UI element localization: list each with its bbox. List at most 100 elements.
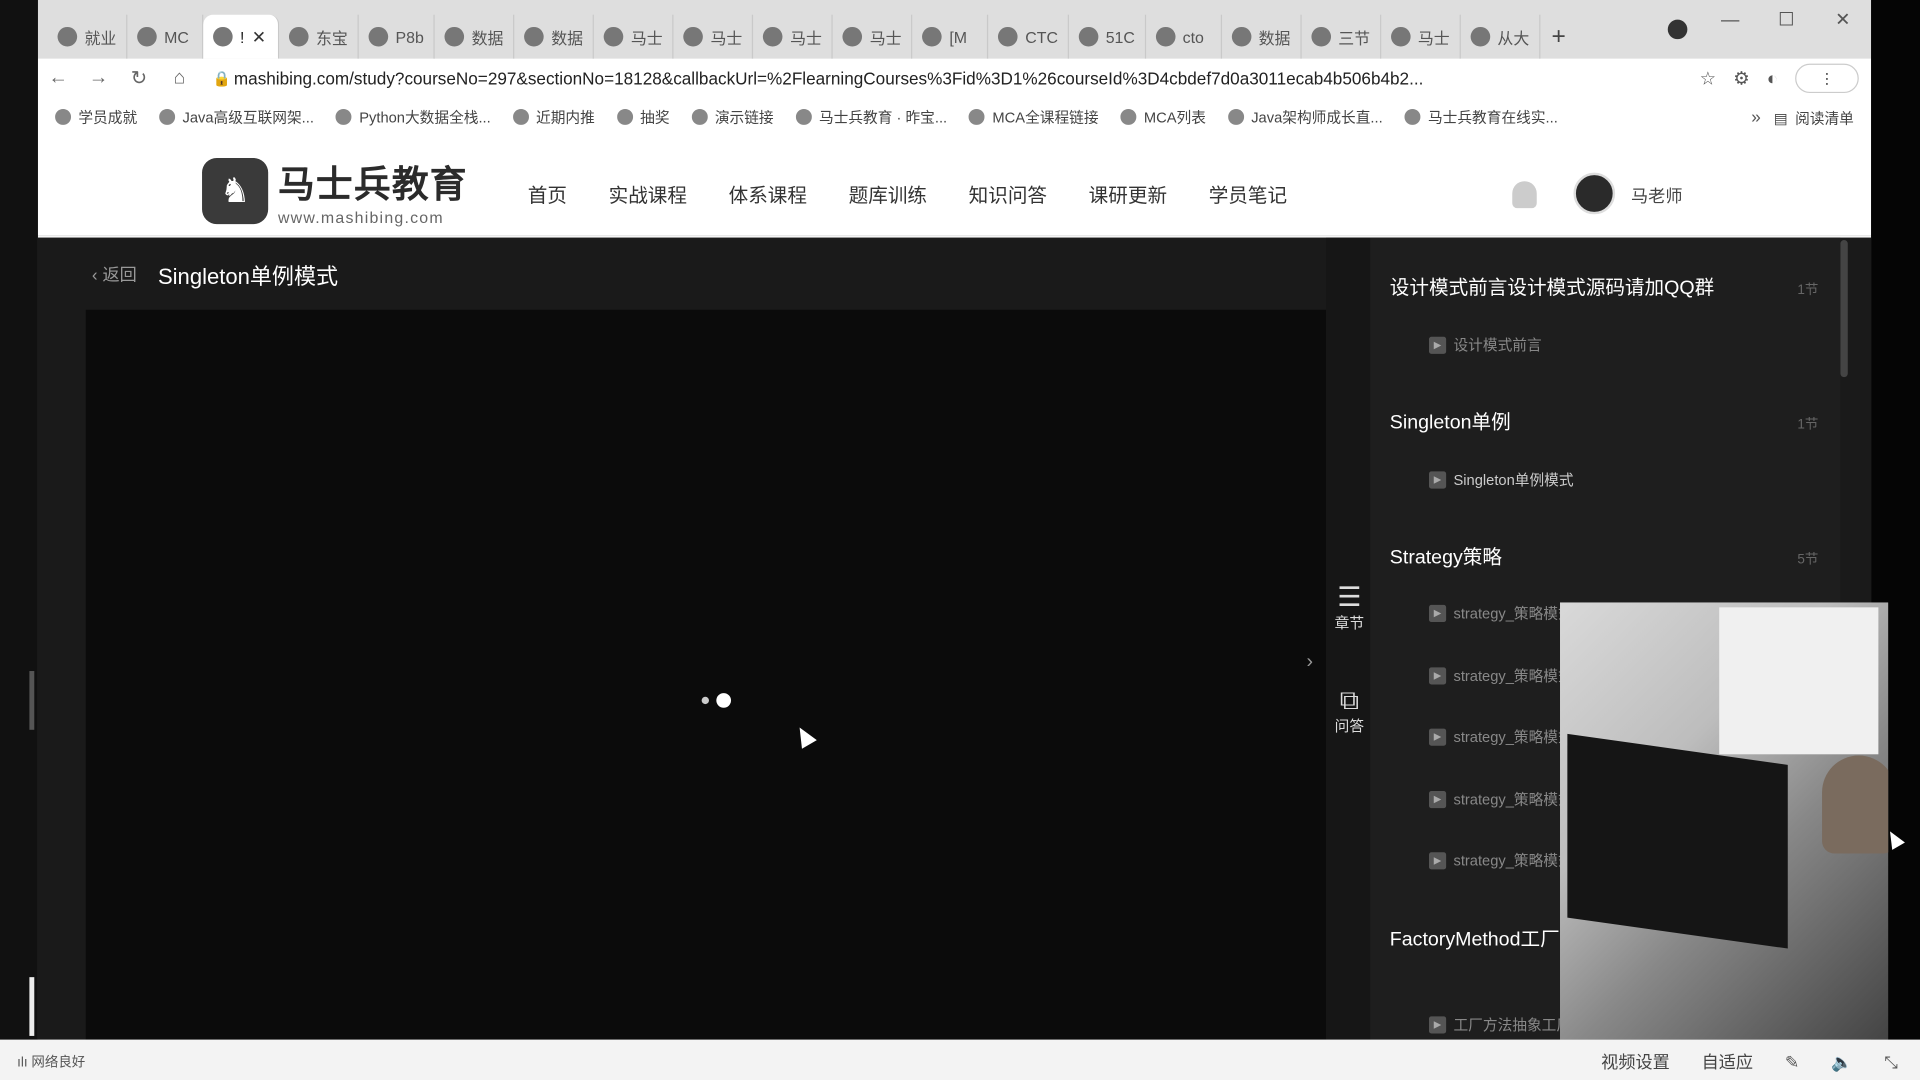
username[interactable]: 马老师 — [1631, 184, 1682, 208]
extensions-icon[interactable]: ⚙ — [1733, 67, 1749, 90]
forward-arrow-icon[interactable]: → — [78, 67, 118, 89]
bookmark-item[interactable]: Java高级互联网架... — [159, 106, 314, 127]
bookmark-icon — [1404, 108, 1421, 125]
nav-updates[interactable]: 课研更新 — [1089, 179, 1167, 208]
avatar[interactable] — [1573, 172, 1616, 215]
bookmark-item[interactable]: MCA全课程链接 — [969, 106, 1099, 127]
reload-icon[interactable]: ↻ — [119, 66, 159, 90]
bookmarks-more-icon[interactable]: » — [1751, 107, 1761, 127]
play-icon: ▶ — [1428, 604, 1447, 622]
browser-tab[interactable]: 数据 — [435, 14, 515, 59]
tab-qa[interactable]: ⧉ 问答 — [1331, 685, 1368, 736]
nav-question-bank[interactable]: 题库训练 — [849, 179, 927, 208]
browser-tab[interactable]: CTC — [988, 14, 1069, 59]
chapter-item[interactable]: Singleton单例 1节 — [1390, 409, 1831, 438]
lesson-item[interactable]: ▶ strategy_策略模式4 — [1428, 789, 1581, 810]
tab-label: 数据 — [471, 28, 504, 48]
lesson-item[interactable]: ▶ strategy_策略模式5 — [1428, 850, 1581, 871]
reading-list-button[interactable]: ▤ 阅读清单 — [1774, 108, 1854, 129]
browser-tab[interactable]: 马士 — [833, 14, 913, 59]
tab-favicon-icon — [57, 26, 78, 47]
chapter-item[interactable]: FactoryMethod工厂 — [1390, 926, 1574, 955]
browser-tab[interactable]: 数据 — [515, 14, 595, 59]
back-label: 返回 — [102, 264, 137, 285]
menu-pill-icon[interactable]: ⋮ — [1795, 63, 1859, 94]
video-settings-button[interactable]: 视频设置 — [1601, 1049, 1670, 1073]
lock-icon[interactable]: 🔒 — [209, 70, 233, 87]
back-arrow-icon[interactable]: ← — [38, 67, 78, 89]
tab-chapters[interactable]: ☰ 章节 — [1331, 582, 1368, 633]
bookmark-label: 演示链接 — [714, 108, 774, 126]
monitor — [1567, 733, 1788, 949]
site-logo[interactable]: ♞ 马士兵教育 www.mashibing.com — [202, 154, 468, 227]
lesson-item[interactable]: ▶ strategy_策略模式2 — [1428, 665, 1581, 686]
chapter-item[interactable]: Strategy策略 5节 — [1390, 544, 1831, 573]
close-window-icon[interactable]: ✕ — [1815, 9, 1871, 31]
browser-tab[interactable]: [M — [913, 14, 989, 59]
browser-tab[interactable]: 马士 — [674, 14, 754, 59]
pen-icon[interactable]: ✎ — [1785, 1051, 1799, 1072]
nav-notes[interactable]: 学员笔记 — [1209, 179, 1287, 208]
browser-tab[interactable]: 马士 — [594, 14, 674, 59]
lesson-item[interactable]: ▶ strategy_策略模式1 — [1428, 602, 1581, 623]
browser-tab[interactable]: 三节 — [1301, 14, 1382, 59]
bookmark-item[interactable]: 演示链接 — [691, 106, 774, 127]
browser-tab[interactable]: MC — [127, 14, 204, 59]
lesson-item-current[interactable]: ▶ Singleton单例模式 — [1428, 469, 1574, 490]
bookmark-label: 马士兵教育 · 昨宝... — [818, 108, 948, 126]
lesson-label: Singleton单例模式 — [1453, 471, 1574, 489]
nav-qa[interactable]: 知识问答 — [969, 179, 1047, 208]
nav-home[interactable]: 首页 — [528, 179, 567, 208]
video-player[interactable] — [85, 309, 1327, 1040]
bookmark-item[interactable]: 近期内推 — [512, 106, 595, 127]
tab-label: 51C — [1105, 27, 1135, 46]
browser-tab[interactable]: 从大 — [1461, 14, 1541, 59]
volume-icon[interactable]: 🔈 — [1831, 1051, 1852, 1072]
chapter-item[interactable]: 设计模式前言设计模式源码请加QQ群 1节 — [1390, 274, 1831, 303]
new-tab-plus-icon[interactable]: + — [1540, 15, 1577, 59]
browser-tab[interactable]: 数据 — [1222, 14, 1302, 59]
browser-tab[interactable]: cto — [1146, 14, 1222, 59]
browser-tab[interactable]: 就业 — [48, 14, 128, 59]
browser-tab[interactable]: P8b — [359, 14, 435, 59]
chapter-scrollbar[interactable] — [1840, 240, 1848, 378]
tab-favicon-icon — [842, 26, 863, 47]
browser-tab[interactable]: 东宝 — [279, 14, 359, 59]
network-status: ılı 网络良好 — [17, 1052, 85, 1072]
bookmark-item[interactable]: 马士兵教育 · 昨宝... — [795, 106, 948, 127]
browser-tab[interactable]: 马士 — [753, 14, 833, 59]
browser-tab-active[interactable]: ! ✕ — [203, 14, 280, 59]
browser-tab[interactable]: 51C — [1069, 14, 1146, 59]
chevron-right-icon[interactable]: › — [1307, 651, 1314, 673]
lesson-title: Singleton单例模式 — [157, 264, 339, 289]
tab-favicon-icon — [137, 26, 157, 47]
bookmark-item[interactable]: MCA列表 — [1120, 106, 1206, 127]
fullscreen-exit-icon[interactable]: ⤡ — [1884, 1051, 1898, 1072]
bookmark-label: 近期内推 — [536, 108, 595, 126]
lesson-item[interactable]: ▶ 工厂方法抽象工厂1 — [1428, 1014, 1579, 1035]
profile-icon[interactable] — [1667, 19, 1688, 40]
browser-tab[interactable]: 马士 — [1381, 14, 1461, 59]
adaptive-quality-button[interactable]: 自适应 — [1702, 1049, 1753, 1073]
bookmark-item[interactable]: Java架构师成长直... — [1227, 106, 1383, 127]
bookmark-item[interactable]: Python大数据全栈... — [335, 106, 491, 127]
minimize-icon[interactable]: — — [1702, 9, 1758, 30]
lesson-item[interactable]: ▶ 设计模式前言 — [1428, 334, 1542, 355]
star-icon[interactable]: ☆ — [1700, 67, 1716, 90]
tab-label: cto — [1182, 27, 1204, 46]
tab-close-icon[interactable]: ✕ — [252, 26, 266, 47]
maximize-icon[interactable]: ☐ — [1758, 9, 1814, 31]
url-field[interactable]: mashibing.com/study?courseNo=297&section… — [234, 69, 1605, 89]
lesson-item[interactable]: ▶ strategy_策略模式3 — [1428, 726, 1581, 747]
nav-system-courses[interactable]: 体系课程 — [729, 179, 807, 208]
back-button[interactable]: ‹ 返回 — [92, 262, 137, 286]
bookmark-item[interactable]: 抽奖 — [616, 106, 670, 127]
bookmark-item[interactable]: 学员成就 — [55, 106, 137, 127]
bookmark-item[interactable]: 马士兵教育在线实... — [1404, 106, 1558, 127]
account-icon[interactable]: ◐ — [1767, 68, 1778, 89]
nav-practice-courses[interactable]: 实战课程 — [609, 179, 687, 208]
bookmark-label: Python大数据全栈... — [359, 108, 491, 126]
play-icon: ▶ — [1428, 727, 1447, 746]
bell-icon[interactable] — [1512, 181, 1537, 209]
home-icon[interactable]: ⌂ — [159, 67, 199, 89]
